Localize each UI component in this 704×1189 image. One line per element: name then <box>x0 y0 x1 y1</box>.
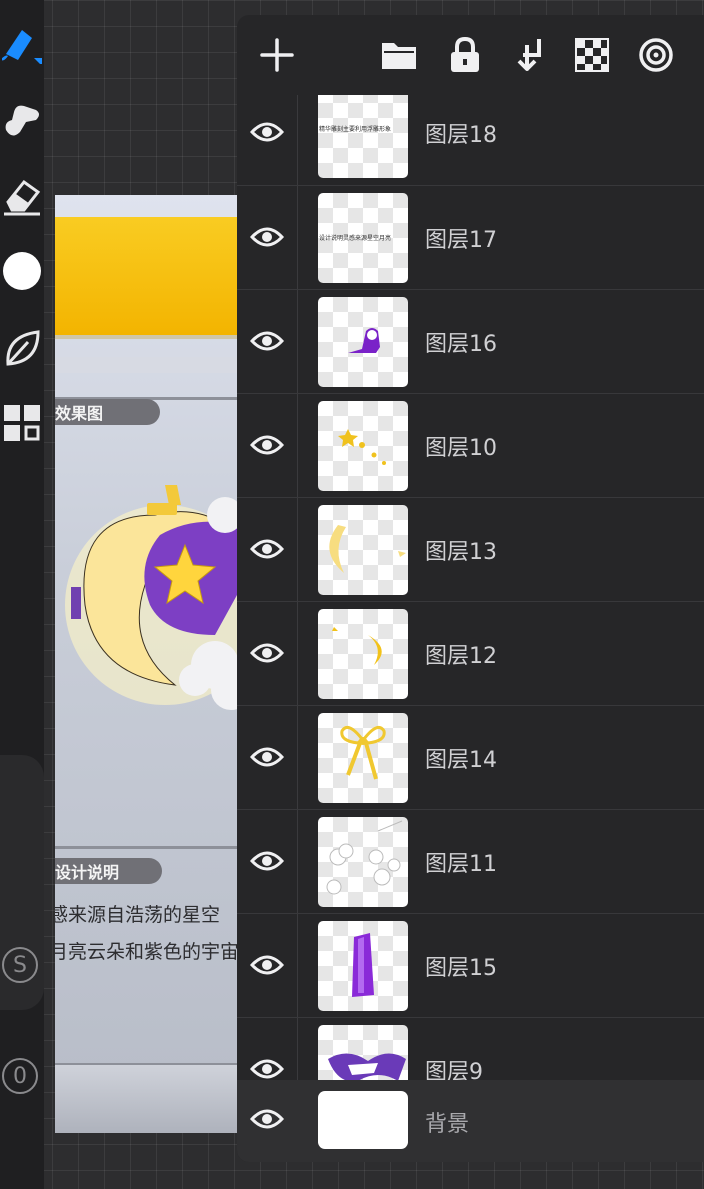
layer-row[interactable]: 设计说明灵感来源星空月亮 图层17 <box>237 185 704 290</box>
visibility-eye-icon[interactable] <box>247 324 287 358</box>
lock-icon[interactable] <box>445 35 485 75</box>
size-button[interactable]: S <box>2 947 38 983</box>
section-tag-design: 设计说明 <box>55 858 162 884</box>
layer-name: 图层18 <box>425 123 497 148</box>
layer-thumbnail <box>318 1025 408 1080</box>
visibility-eye-icon[interactable] <box>247 532 287 566</box>
thumbnail-text: 精华雕刻主要利用浮雕形象 <box>319 126 392 133</box>
layer-name: 图层10 <box>425 436 497 461</box>
design-description-line-1: 感来源自浩荡的星空 <box>55 904 221 926</box>
layer-name: 图层9 <box>425 1060 483 1080</box>
layer-name: 图层15 <box>425 956 497 981</box>
layer-thumbnail <box>318 921 408 1011</box>
background-layer-row[interactable]: 背景 <box>237 1080 704 1162</box>
layer-thumbnail <box>318 505 408 595</box>
layer-thumbnail: 精华雕刻主要利用浮雕形象 <box>318 95 408 178</box>
layers-panel: 精华雕刻主要利用浮雕形象 图层18 设计说明灵感来源星空月亮 图层17 图层16 <box>237 15 704 1162</box>
import-icon[interactable] <box>509 35 549 75</box>
layer-name: 图层16 <box>425 332 497 357</box>
layer-row[interactable]: 图层9 <box>237 1017 704 1080</box>
layer-thumbnail <box>318 401 408 491</box>
background-layer-name: 背景 <box>425 1112 470 1137</box>
visibility-eye-icon[interactable] <box>247 428 287 462</box>
layer-thumbnail <box>318 817 408 907</box>
layer-row[interactable]: 图层12 <box>237 601 704 706</box>
layer-thumbnail <box>318 297 408 387</box>
visibility-eye-icon[interactable] <box>247 636 287 670</box>
layer-name: 图层14 <box>425 748 497 773</box>
eraser-icon[interactable] <box>0 174 44 218</box>
artwork-banner <box>55 217 237 339</box>
layer-list[interactable]: 精华雕刻主要利用浮雕形象 图层18 设计说明灵感来源星空月亮 图层17 图层16 <box>237 95 704 1080</box>
visibility-eye-icon[interactable] <box>247 740 287 774</box>
artwork-illustration <box>65 485 237 710</box>
tool-sidebar: S 0 <box>0 0 44 1189</box>
layer-row[interactable]: 图层11 <box>237 809 704 914</box>
layer-row[interactable]: 图层13 <box>237 497 704 602</box>
layer-row[interactable]: 图层10 <box>237 393 704 498</box>
layer-name: 图层12 <box>425 644 497 669</box>
layer-thumbnail <box>318 713 408 803</box>
visibility-eye-icon[interactable] <box>247 844 287 878</box>
add-layer-icon[interactable] <box>257 35 297 75</box>
opacity-button[interactable]: 0 <box>2 1058 38 1094</box>
smudge-icon[interactable] <box>0 98 44 142</box>
brush-icon[interactable] <box>0 20 44 64</box>
visibility-eye-icon[interactable] <box>247 1102 287 1136</box>
artwork-canvas[interactable]: 效果图 设计说明 感来源自浩荡的星空 月亮云朵和紫色的宇宙镜 <box>55 195 237 1133</box>
visibility-eye-icon[interactable] <box>247 220 287 254</box>
layer-name: 图层11 <box>425 852 497 877</box>
layer-row[interactable]: 图层14 <box>237 705 704 810</box>
gallery-icon[interactable] <box>0 403 44 443</box>
layer-row[interactable]: 精华雕刻主要利用浮雕形象 图层18 <box>237 95 704 185</box>
color-swatch-icon[interactable] <box>0 250 44 292</box>
layer-thumbnail <box>318 609 408 699</box>
folder-icon[interactable] <box>379 35 419 75</box>
layer-name: 图层13 <box>425 540 497 565</box>
thumbnail-text: 设计说明灵感来源星空月亮 <box>319 235 392 242</box>
layer-row[interactable]: 图层16 <box>237 289 704 394</box>
background-color-swatch[interactable] <box>318 1091 408 1149</box>
layer-row[interactable]: 图层15 <box>237 913 704 1018</box>
leaf-icon[interactable] <box>0 326 44 370</box>
visibility-eye-icon[interactable] <box>247 1052 287 1080</box>
section-tag-effect: 效果图 <box>55 399 160 425</box>
visibility-eye-icon[interactable] <box>247 948 287 982</box>
spiral-icon[interactable] <box>636 35 676 75</box>
design-description-line-2: 月亮云朵和紫色的宇宙镜 <box>55 941 237 963</box>
layers-panel-header <box>237 15 704 95</box>
alpha-checker-icon[interactable] <box>572 35 612 75</box>
layer-name: 图层17 <box>425 228 497 253</box>
layer-thumbnail: 设计说明灵感来源星空月亮 <box>318 193 408 283</box>
visibility-eye-icon[interactable] <box>247 115 287 149</box>
